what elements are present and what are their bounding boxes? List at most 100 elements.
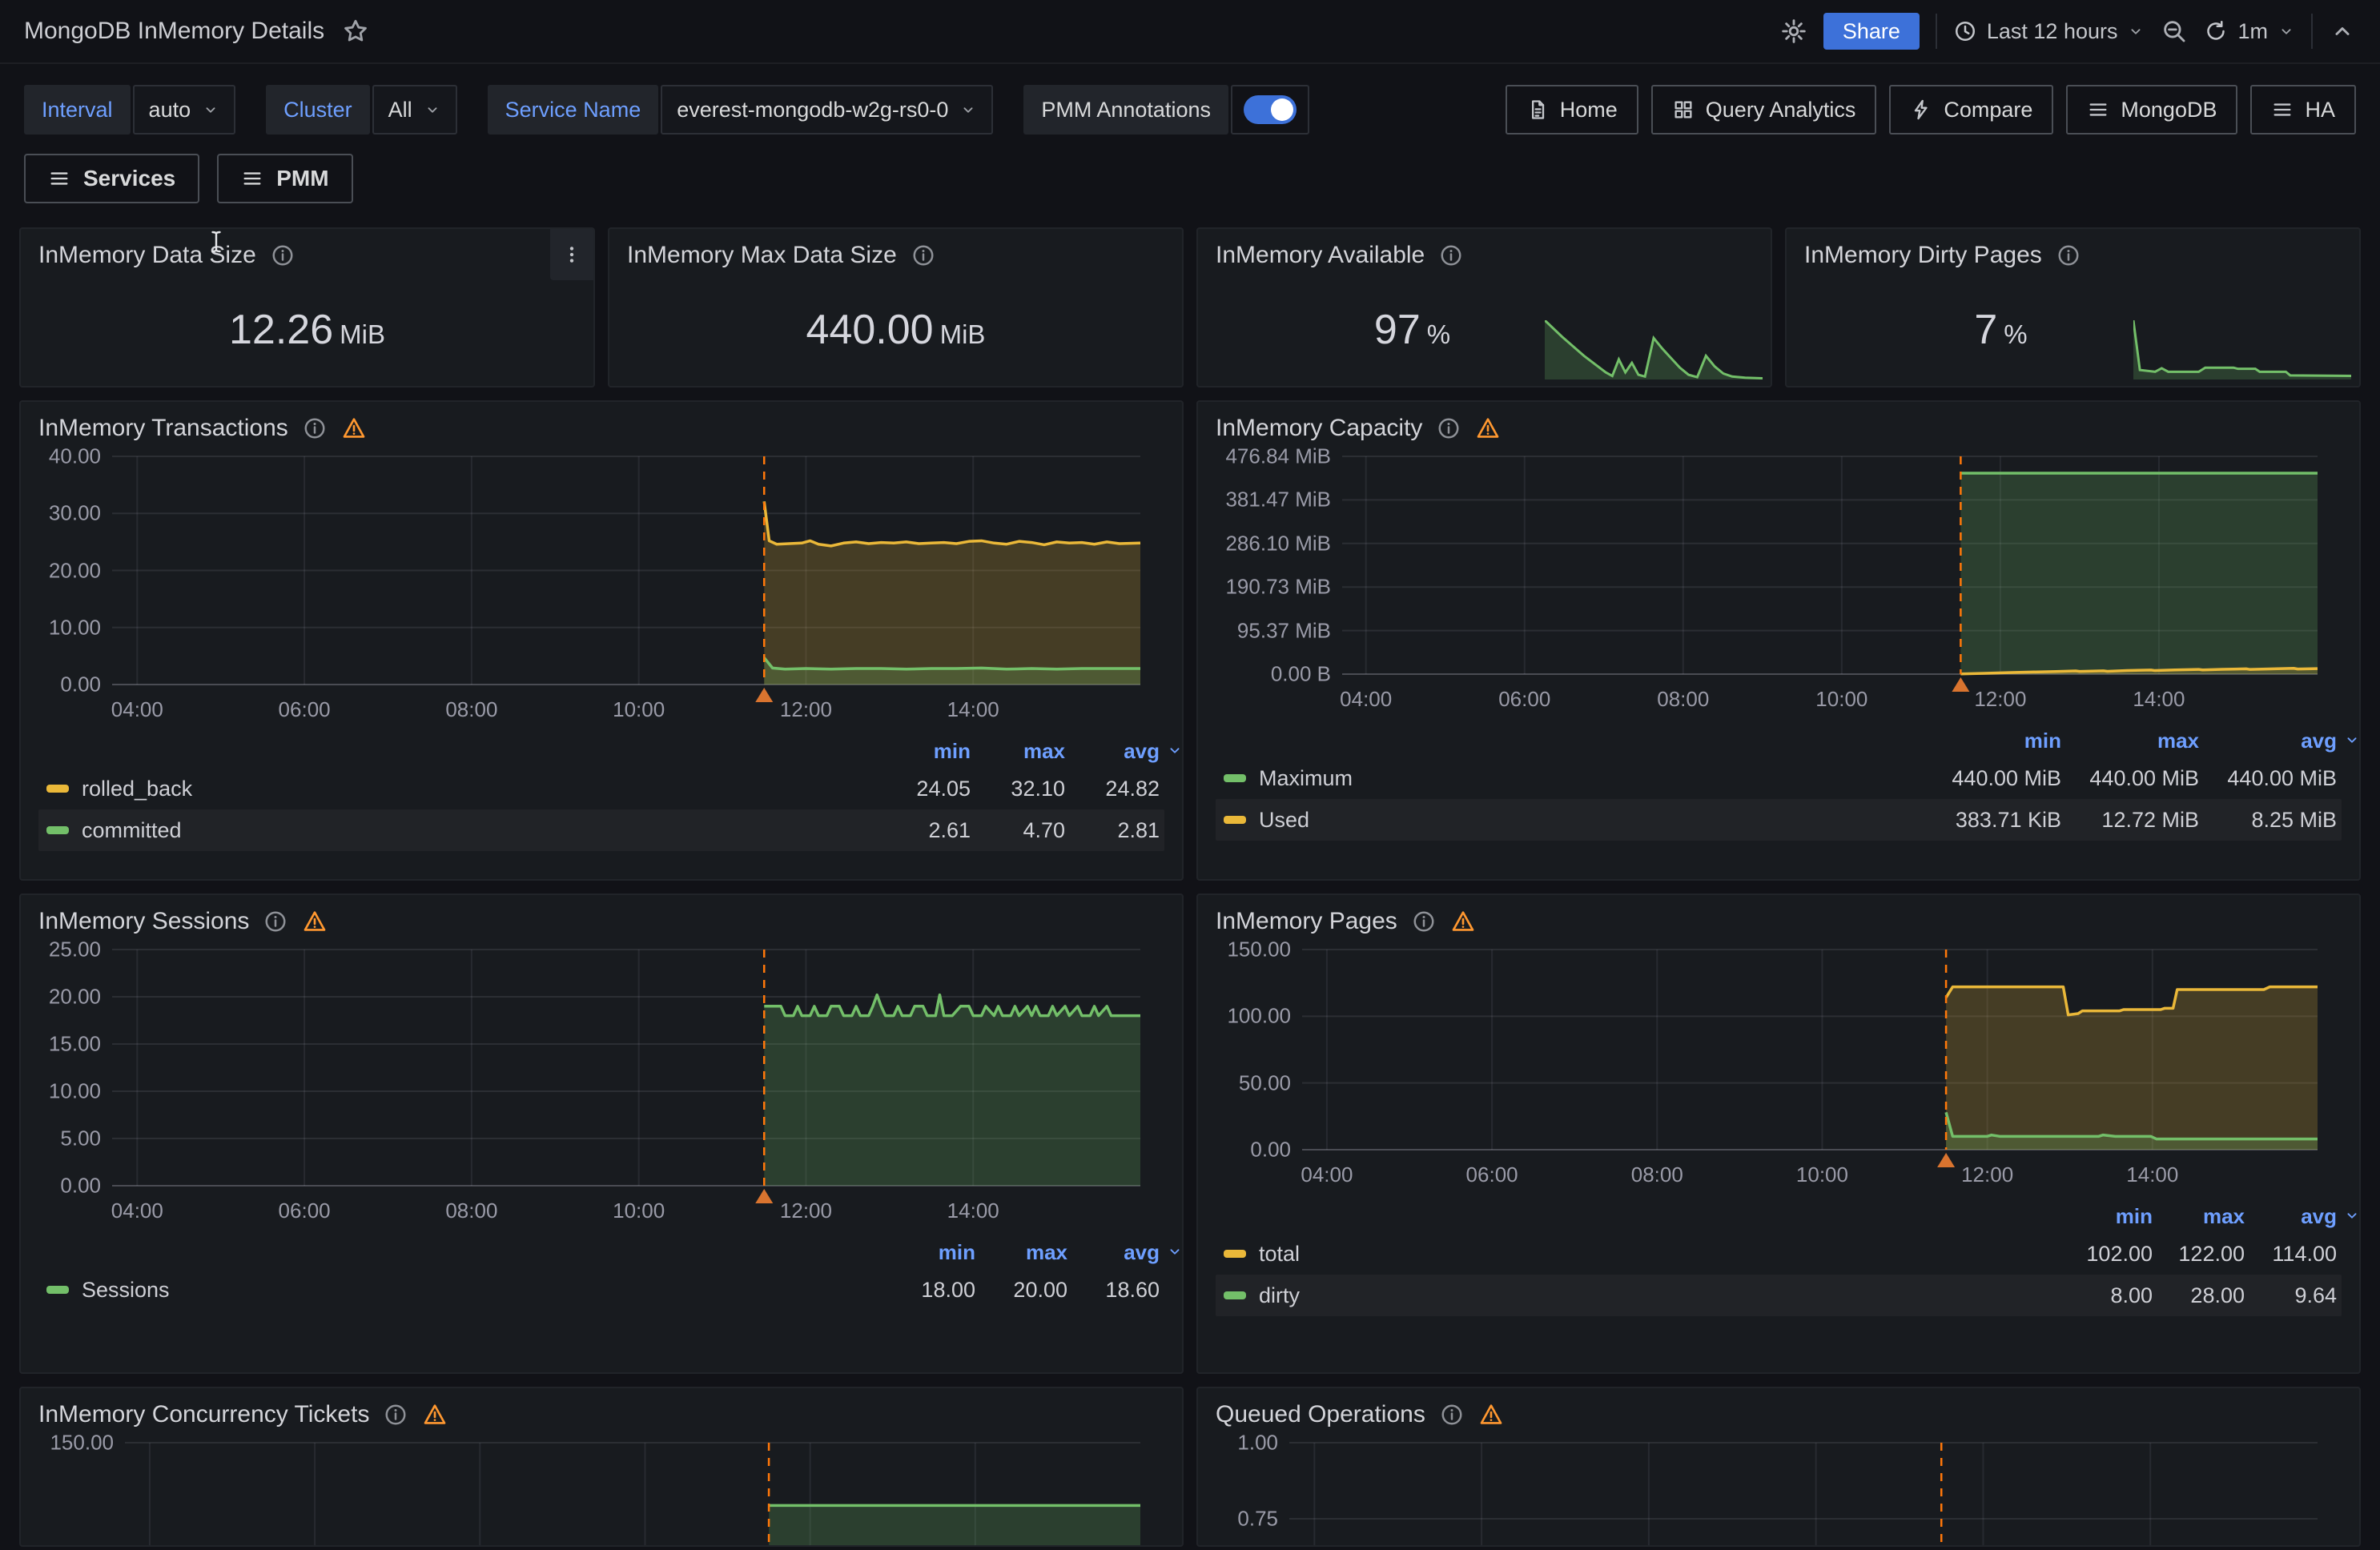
legend-sort-min[interactable]: min (2060, 1204, 2153, 1229)
y-axis-tick: 150.00 (50, 1431, 114, 1456)
legend-row-Sessions[interactable]: Sessions18.0020.0018.60 (38, 1269, 1164, 1311)
legend-sort-min[interactable]: min (883, 1240, 975, 1265)
legend-sort-max[interactable]: max (971, 739, 1065, 764)
sparkline (1545, 320, 1763, 379)
mongodb-link-button[interactable]: MongoDB (2066, 85, 2237, 135)
legend-sort-max[interactable]: max (975, 1240, 1067, 1265)
panel-inmemory-concurrency-tickets: InMemory Concurrency Tickets 150.00100.0… (19, 1387, 1184, 1547)
star-icon[interactable] (342, 18, 369, 45)
legend-stat: 28.00 (2153, 1283, 2245, 1308)
y-axis-tick: 20.00 (49, 985, 101, 1010)
stat-value: 12.26MiB (21, 306, 593, 354)
panel-inmemory-data-size: InMemory Data Size 12.26MiB (19, 227, 595, 388)
legend-row-Maximum[interactable]: Maximum440.00 MiB440.00 MiB440.00 MiB (1216, 757, 2342, 799)
legend-row-total[interactable]: total102.00122.00114.00 (1216, 1233, 2342, 1275)
pmm-annotations-control: PMM Annotations (1023, 85, 1309, 135)
series-color-swatch (46, 785, 69, 793)
info-icon[interactable] (2056, 243, 2080, 267)
gear-icon[interactable] (1780, 18, 1807, 45)
panel-inmemory-transactions: InMemory Transactions 40.0030.0020.0010.… (19, 400, 1184, 881)
series-name[interactable]: dirty (1259, 1283, 2060, 1308)
warning-icon[interactable] (422, 1402, 448, 1428)
legend-row-committed[interactable]: committed2.614.702.81 (38, 809, 1164, 851)
time-range-picker[interactable]: Last 12 hours (1953, 19, 2145, 44)
series-color-swatch (1224, 1250, 1246, 1258)
x-axis-tick: 10:00 (1796, 1162, 1848, 1187)
y-axis-tick: 476.84 MiB (1225, 444, 1331, 469)
info-icon[interactable] (271, 243, 295, 267)
x-axis-tick: 14:00 (2133, 687, 2185, 712)
series-color-swatch (1224, 816, 1246, 824)
series-name[interactable]: committed (82, 818, 876, 843)
legend-stat: 24.82 (1065, 777, 1160, 801)
legend-stat: 122.00 (2153, 1242, 2245, 1267)
stat-value: 440.00MiB (609, 306, 1182, 354)
info-icon[interactable] (1412, 910, 1436, 934)
legend-sort-min[interactable]: min (1924, 729, 2061, 753)
menu-icon (2087, 98, 2109, 121)
dashboard-controls: Interval auto Cluster All Service Name e… (0, 64, 2380, 218)
series-name[interactable]: Maximum (1259, 766, 1924, 791)
y-axis-tick: 20.00 (49, 558, 101, 583)
info-icon[interactable] (263, 910, 287, 934)
x-axis-tick: 10:00 (613, 1199, 665, 1223)
series-name[interactable]: Sessions (82, 1278, 883, 1303)
service-name-select[interactable]: everest-mongodb-w2g-rs0-0 (661, 85, 993, 135)
query-analytics-link-button[interactable]: Query Analytics (1651, 85, 1877, 135)
info-icon[interactable] (384, 1403, 408, 1427)
ha-link-button[interactable]: HA (2250, 85, 2356, 135)
cluster-select[interactable]: All (372, 85, 457, 135)
warning-icon[interactable] (1450, 909, 1476, 934)
pmm-annotations-label: PMM Annotations (1023, 85, 1228, 135)
pmm-menu-button[interactable]: PMM (217, 154, 352, 203)
home-link-button[interactable]: Home (1506, 85, 1638, 135)
legend-sort-max[interactable]: max (2061, 729, 2199, 753)
menu-icon (2271, 98, 2294, 121)
info-icon[interactable] (1440, 1403, 1464, 1427)
x-axis-tick: 04:00 (1301, 1162, 1353, 1187)
legend-sort-max[interactable]: max (2153, 1204, 2245, 1229)
legend-sort-avg[interactable]: avg (1065, 739, 1160, 764)
legend-row-Used[interactable]: Used383.71 KiB12.72 MiB8.25 MiB (1216, 799, 2342, 841)
legend-sort-min[interactable]: min (876, 739, 971, 764)
x-axis-tick: 12:00 (1974, 687, 2026, 712)
legend-sort-avg[interactable]: avg (1067, 1240, 1160, 1265)
compare-link-button[interactable]: Compare (1889, 85, 2053, 135)
zoom-out-icon[interactable] (2161, 18, 2188, 45)
chevron-down-icon (1166, 741, 1184, 759)
x-axis-tick: 08:00 (1631, 1162, 1683, 1187)
warning-icon[interactable] (1478, 1402, 1504, 1428)
share-button[interactable]: Share (1823, 13, 1920, 50)
series-name[interactable]: rolled_back (82, 777, 876, 801)
chevron-down-icon (959, 101, 977, 118)
x-axis-tick: 14:00 (947, 1199, 999, 1223)
services-menu-button[interactable]: Services (24, 154, 199, 203)
panel-inmemory-pages: InMemory Pages 150.00100.0050.000.00 04:… (1196, 893, 2361, 1374)
x-axis-tick: 08:00 (1657, 687, 1709, 712)
pmm-annotations-toggle[interactable] (1231, 85, 1309, 135)
refresh-picker[interactable]: 1m (2204, 19, 2295, 44)
legend-sort-avg[interactable]: avg (2245, 1204, 2337, 1229)
collapse-up-icon[interactable] (2329, 18, 2356, 45)
info-icon[interactable] (1439, 243, 1463, 267)
legend-sort-avg[interactable]: avg (2199, 729, 2337, 753)
top-bar: MongoDB InMemory Details Share Last 12 h… (0, 0, 2380, 64)
series-name[interactable]: Used (1259, 808, 1924, 833)
series-name[interactable]: total (1259, 1242, 2060, 1267)
interval-select[interactable]: auto (133, 85, 236, 135)
clock-icon (1953, 19, 1977, 43)
chevron-down-icon (2343, 1207, 2361, 1224)
warning-icon[interactable] (341, 416, 367, 441)
warning-icon[interactable] (1475, 416, 1501, 441)
refresh-icon (2204, 19, 2228, 43)
info-icon[interactable] (911, 243, 935, 267)
panel-title: Queued Operations (1216, 1401, 1425, 1428)
legend-row-dirty[interactable]: dirty8.0028.009.64 (1216, 1275, 2342, 1316)
warning-icon[interactable] (302, 909, 328, 934)
legend-row-rolled_back[interactable]: rolled_back24.0532.1024.82 (38, 768, 1164, 809)
panel-menu-kebab[interactable] (550, 229, 593, 280)
panel-queued-operations: Queued Operations 1.000.750.500.250.00 0… (1196, 1387, 2361, 1547)
y-axis-tick: 0.75 (1237, 1507, 1278, 1532)
info-icon[interactable] (303, 416, 327, 440)
info-icon[interactable] (1437, 416, 1461, 440)
